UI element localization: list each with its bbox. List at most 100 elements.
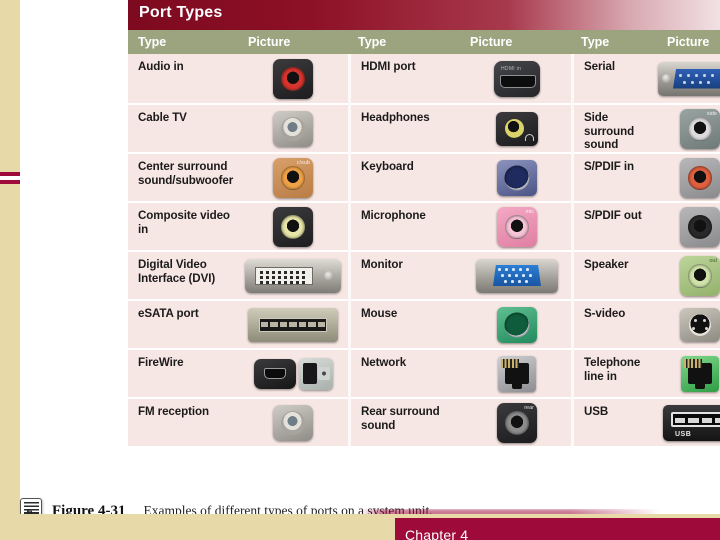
spdif-out-jack-icon	[680, 206, 720, 247]
hdmi-port-icon: HDMI in	[494, 60, 540, 97]
side-surround-marking: side	[706, 110, 717, 117]
table-header-row: Type Picture Type Picture Type Picture	[128, 30, 720, 54]
column-header-type-2: Type	[358, 35, 387, 49]
column-header-picture-1: Picture	[248, 35, 291, 49]
rj11-telephone-port-icon	[681, 355, 719, 392]
center-subwoofer-jack-icon: c/sub	[273, 157, 313, 198]
rear-surround-jack-icon: rear	[497, 402, 537, 443]
headphones-jack-icon	[496, 111, 538, 146]
cell-group-1: Center surround sound/subwoofer c/sub	[128, 152, 348, 201]
port-type-label: Digital Video Interface (DVI)	[138, 258, 216, 285]
port-type-label: Audio in	[138, 60, 184, 73]
s-video-port-icon	[680, 307, 720, 342]
cell-group-2: Network	[351, 348, 571, 397]
port-picture-cell: c/sub	[238, 154, 348, 201]
port-picture-cell	[238, 399, 348, 446]
port-type-label: Cable TV	[138, 111, 187, 124]
port-type-label: S-video	[584, 307, 626, 320]
cell-group-3: Telephone line in	[574, 348, 720, 397]
cell-group-2: Headphones	[351, 103, 571, 152]
spdif-in-jack-icon	[680, 157, 720, 198]
port-type-label: Composite video in	[138, 209, 230, 236]
cell-group-2: Keyboard	[351, 152, 571, 201]
cell-group-1: eSATA port	[128, 299, 348, 348]
rj45-pin-array	[501, 358, 519, 368]
rj45-network-port-icon	[498, 355, 536, 392]
port-type-label: Mouse	[361, 307, 398, 320]
port-picture-cell	[463, 350, 571, 397]
port-type-label: eSATA port	[138, 307, 199, 320]
screw-icon	[324, 270, 334, 281]
port-picture-cell	[660, 350, 720, 397]
cell-group-3: USB USB ⇠	[574, 397, 720, 446]
cell-group-3: S-video	[574, 299, 720, 348]
esata-port-icon	[248, 307, 338, 342]
microphone-jack-icon: mic	[497, 206, 537, 247]
port-type-label: FireWire	[138, 356, 184, 369]
dvi-pin-array	[255, 266, 313, 285]
port-picture-cell	[463, 252, 571, 299]
port-type-label: Keyboard	[361, 160, 414, 173]
table-row: FM reception Rear surround sound rear US…	[128, 397, 720, 446]
port-type-label: Speaker	[584, 258, 629, 271]
port-type-label: Headphones	[361, 111, 430, 124]
port-picture-cell	[660, 301, 720, 348]
port-type-label: S/PDIF in	[584, 160, 634, 173]
column-header-picture-3: Picture	[667, 35, 710, 49]
table-body: Audio in HDMI port HDMI in Serial Cable …	[128, 54, 720, 446]
port-types-table: Type Picture Type Picture Type Picture A…	[128, 30, 720, 446]
column-header-picture-2: Picture	[470, 35, 513, 49]
cell-group-2: Monitor	[351, 250, 571, 299]
speaker-out-marking: out	[709, 257, 717, 264]
cell-group-2: HDMI port HDMI in	[351, 54, 571, 103]
rj11-pin-array	[684, 358, 702, 368]
serial-db9-port-icon	[658, 61, 720, 96]
port-type-label: S/PDIF out	[584, 209, 642, 222]
vga-pin-array	[493, 265, 541, 286]
cell-group-2: Rear surround sound rear	[351, 397, 571, 446]
footer-chapter-label: Chapter 4	[405, 527, 469, 540]
usb-contact-array	[671, 411, 720, 427]
slide-canvas: Port Types Type Picture Type Picture Typ…	[0, 0, 720, 540]
column-header-type-3: Type	[581, 35, 610, 49]
port-type-label: FM reception	[138, 405, 209, 418]
firewire-6pin-icon	[253, 358, 296, 389]
composite-video-jack-icon	[273, 206, 313, 247]
cell-group-1: Composite video in	[128, 201, 348, 250]
speaker-out-jack-icon: out	[680, 255, 720, 296]
port-type-label: Serial	[584, 60, 615, 73]
table-row: Composite video in Microphone mic S/PDIF…	[128, 201, 720, 250]
side-surround-jack-icon: side	[680, 108, 720, 149]
cell-group-1: Digital Video Interface (DVI)	[128, 250, 348, 299]
footer-chapter-bar: Chapter 4	[395, 518, 720, 540]
usb-port-icon: USB ⇠	[663, 404, 720, 441]
cell-group-3: S/PDIF in	[574, 152, 720, 201]
headphone-symbol-icon	[525, 133, 534, 141]
dvi-port-icon	[245, 258, 341, 293]
table-row: Cable TV Headphones Side surround sound …	[128, 103, 720, 152]
fm-antenna-coax-icon	[273, 404, 313, 441]
cell-group-3: Side surround sound side	[574, 103, 720, 152]
port-picture-cell	[238, 54, 348, 103]
table-row: Audio in HDMI port HDMI in Serial	[128, 54, 720, 103]
db9-pin-array	[673, 68, 720, 89]
cell-group-1: FM reception	[128, 397, 348, 446]
vga-monitor-port-icon	[476, 258, 558, 293]
screw-icon	[662, 73, 671, 83]
port-picture-cell	[238, 252, 348, 299]
cell-group-2: Mouse	[351, 299, 571, 348]
table-row: Center surround sound/subwoofer c/sub Ke…	[128, 152, 720, 201]
cell-group-1: FireWire	[128, 348, 348, 397]
port-picture-cell	[660, 154, 720, 201]
port-picture-cell: mic	[463, 203, 571, 250]
cell-group-2: Microphone mic	[351, 201, 571, 250]
port-picture-cell: rear	[463, 399, 571, 446]
cell-group-1: Audio in	[128, 54, 348, 103]
microphone-marking: mic	[525, 208, 534, 215]
figure-title-bar: Port Types	[128, 0, 720, 30]
port-picture-cell	[463, 154, 571, 201]
esata-contact-array	[259, 317, 327, 332]
port-picture-cell	[238, 350, 348, 397]
port-picture-cell: out	[660, 252, 720, 299]
port-type-label: Side surround sound	[584, 111, 635, 152]
